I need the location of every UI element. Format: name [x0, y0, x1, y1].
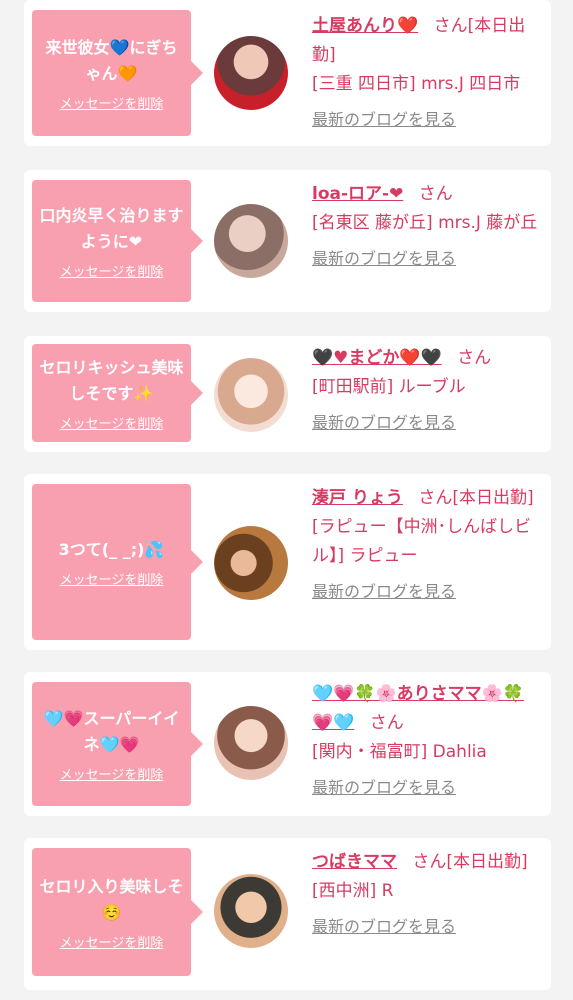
shop-text: [関内・福富町] Dahlia — [312, 742, 487, 762]
entry-info: つばきママ さん[本日出勤] [西中洲] R 最新のブログを見る — [312, 848, 544, 942]
sender-name-link[interactable]: loa-ロア-❤ — [312, 184, 403, 204]
latest-blog-link[interactable]: 最新のブログを見る — [312, 244, 456, 273]
honorific: さん — [418, 488, 453, 508]
avatar[interactable] — [214, 204, 288, 278]
message-text: 来世彼女💙にぎちゃん🧡 — [45, 37, 178, 83]
honorific: さん — [457, 348, 492, 368]
latest-blog-link[interactable]: 最新のブログを見る — [312, 408, 456, 437]
shop-text: [名東区 藤が丘] mrs.J 藤が丘 — [312, 213, 538, 233]
delete-message-link[interactable]: メッセージを削除 — [60, 413, 164, 432]
avatar[interactable] — [214, 358, 288, 432]
notification-list: 来世彼女💙にぎちゃん🧡 メッセージを削除 土屋あんり❤️ さん[本日出勤] [三… — [0, 0, 573, 1000]
sender-name-link[interactable]: 湊戸 りょう — [312, 488, 403, 508]
delete-message-link[interactable]: メッセージを削除 — [60, 932, 164, 951]
message-bubble: セロリキッシュ美味しそです✨ メッセージを削除 — [32, 344, 203, 442]
honorific: さん — [433, 16, 468, 36]
delete-message-link[interactable]: メッセージを削除 — [60, 764, 164, 783]
delete-message-link[interactable]: メッセージを削除 — [60, 261, 164, 280]
avatar[interactable] — [214, 526, 288, 600]
status-text: [本日出勤] — [452, 488, 534, 508]
honorific: さん — [418, 184, 453, 204]
delete-message-link[interactable]: メッセージを削除 — [60, 569, 164, 588]
shop-text: [三重 四日市] mrs.J 四日市 — [312, 74, 521, 94]
sender-name-link[interactable]: 🖤♥まどか❤️🖤 — [312, 348, 442, 368]
delete-message-link[interactable]: メッセージを削除 — [60, 93, 164, 112]
message-text: 🩵💗スーパーイイネ🩵💗 — [43, 708, 180, 754]
list-item: 🩵💗スーパーイイネ🩵💗 メッセージを削除 🩵💗🍀🌸ありさママ🌸🍀💗🩵 さん [関… — [24, 672, 551, 816]
message-text: 口内炎早く治りますように❤ — [39, 205, 184, 251]
honorific: さん — [369, 713, 404, 733]
list-item: 来世彼女💙にぎちゃん🧡 メッセージを削除 土屋あんり❤️ さん[本日出勤] [三… — [24, 0, 551, 146]
sender-name-link[interactable]: つばきママ — [312, 852, 397, 872]
message-bubble: 🩵💗スーパーイイネ🩵💗 メッセージを削除 — [32, 682, 203, 806]
list-item: セロリ入り美味しそ☺️ メッセージを削除 つばきママ さん[本日出勤] [西中洲… — [24, 838, 551, 990]
entry-info: 湊戸 りょう さん[本日出勤] [ラピュー【中洲･しんばしビル】] ラピュー 最… — [312, 484, 544, 607]
shop-text: [西中洲] R — [312, 881, 394, 901]
latest-blog-link[interactable]: 最新のブログを見る — [312, 105, 456, 134]
shop-text: [町田駅前] ルーブル — [312, 377, 466, 397]
avatar[interactable] — [214, 36, 288, 110]
avatar[interactable] — [214, 706, 288, 780]
entry-info: 🖤♥まどか❤️🖤 さん [町田駅前] ルーブル 最新のブログを見る — [312, 344, 544, 438]
message-text: セロリキッシュ美味しそです✨ — [39, 357, 184, 403]
sender-name-link[interactable]: 🩵💗🍀🌸ありさママ🌸🍀💗🩵 — [312, 684, 524, 733]
list-item: セロリキッシュ美味しそです✨ メッセージを削除 🖤♥まどか❤️🖤 さん [町田駅… — [24, 336, 551, 452]
latest-blog-link[interactable]: 最新のブログを見る — [312, 577, 456, 606]
avatar[interactable] — [214, 874, 288, 948]
latest-blog-link[interactable]: 最新のブログを見る — [312, 912, 456, 941]
sender-name-link[interactable]: 土屋あんり❤️ — [312, 16, 418, 36]
message-text: セロリ入り美味しそ☺️ — [39, 876, 184, 922]
honorific: さん — [412, 852, 447, 872]
entry-info: 🩵💗🍀🌸ありさママ🌸🍀💗🩵 さん [関内・福富町] Dahlia 最新のブログを… — [312, 680, 544, 803]
message-bubble: セロリ入り美味しそ☺️ メッセージを削除 — [32, 848, 203, 976]
latest-blog-link[interactable]: 最新のブログを見る — [312, 773, 456, 802]
status-text: [本日出勤] — [446, 852, 528, 872]
list-item: 3つて(_ _;)💦 メッセージを削除 湊戸 りょう さん[本日出勤] [ラピュ… — [24, 474, 551, 650]
message-text: 3つて(_ _;)💦 — [58, 539, 165, 559]
message-bubble: 来世彼女💙にぎちゃん🧡 メッセージを削除 — [32, 10, 203, 136]
entry-info: loa-ロア-❤ さん [名東区 藤が丘] mrs.J 藤が丘 最新のブログを見… — [312, 180, 544, 274]
entry-info: 土屋あんり❤️ さん[本日出勤] [三重 四日市] mrs.J 四日市 最新のブ… — [312, 12, 544, 135]
shop-text: [ラピュー【中洲･しんばしビル】] ラピュー — [312, 517, 532, 566]
message-bubble: 口内炎早く治りますように❤ メッセージを削除 — [32, 180, 203, 302]
list-item: 口内炎早く治りますように❤ メッセージを削除 loa-ロア-❤ さん [名東区 … — [24, 170, 551, 312]
message-bubble: 3つて(_ _;)💦 メッセージを削除 — [32, 484, 203, 640]
